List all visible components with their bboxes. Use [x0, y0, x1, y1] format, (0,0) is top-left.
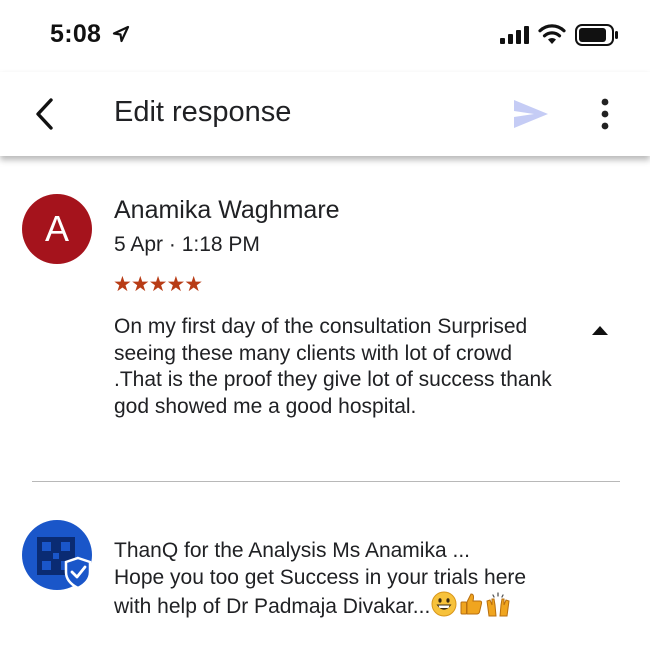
back-arrow-icon	[36, 98, 53, 130]
thumbs-up-icon	[460, 593, 483, 615]
back-button[interactable]	[28, 92, 64, 136]
star-rating: ★★★★★	[113, 273, 203, 296]
send-icon	[514, 100, 548, 128]
raising-hands-icon	[486, 592, 510, 617]
status-time: 5:08	[50, 20, 102, 48]
send-button[interactable]	[510, 96, 550, 132]
review-text: On my first day of the consultation Surp…	[114, 315, 552, 418]
cellular-signal-icon	[500, 26, 529, 44]
business-logo-avatar	[22, 520, 92, 590]
response-line: Hope you too get Success in your trials …	[114, 565, 527, 589]
wifi-icon	[538, 24, 566, 44]
verified-shield-icon	[64, 556, 92, 590]
more-vert-icon	[601, 98, 609, 130]
caret-up-icon	[592, 326, 608, 335]
response-line: ThanQ for the Analysis Ms Anamika ...	[114, 539, 470, 562]
status-bar: 5:08	[0, 0, 650, 72]
response-line-with-emojis: with help of Dr Padmaja Divakar...	[114, 591, 584, 621]
divider	[32, 481, 620, 482]
app-bar: Edit response	[0, 72, 650, 156]
reviewer-avatar: A	[22, 194, 92, 264]
location-arrow-icon	[112, 25, 130, 43]
collapse-review-button[interactable]	[590, 323, 610, 337]
more-options-button[interactable]	[592, 94, 618, 134]
page-title: Edit response	[114, 96, 292, 128]
review-date: 5 Apr · 1:18 PM	[114, 233, 260, 256]
reviewer-name: Anamika Waghmare	[114, 196, 340, 224]
grinning-face-icon	[431, 591, 457, 617]
response-text: ThanQ for the Analysis Ms Anamika ... Ho…	[114, 538, 584, 621]
battery-icon	[575, 24, 618, 46]
response-line-text: with help of Dr Padmaja Divakar...	[114, 595, 431, 618]
